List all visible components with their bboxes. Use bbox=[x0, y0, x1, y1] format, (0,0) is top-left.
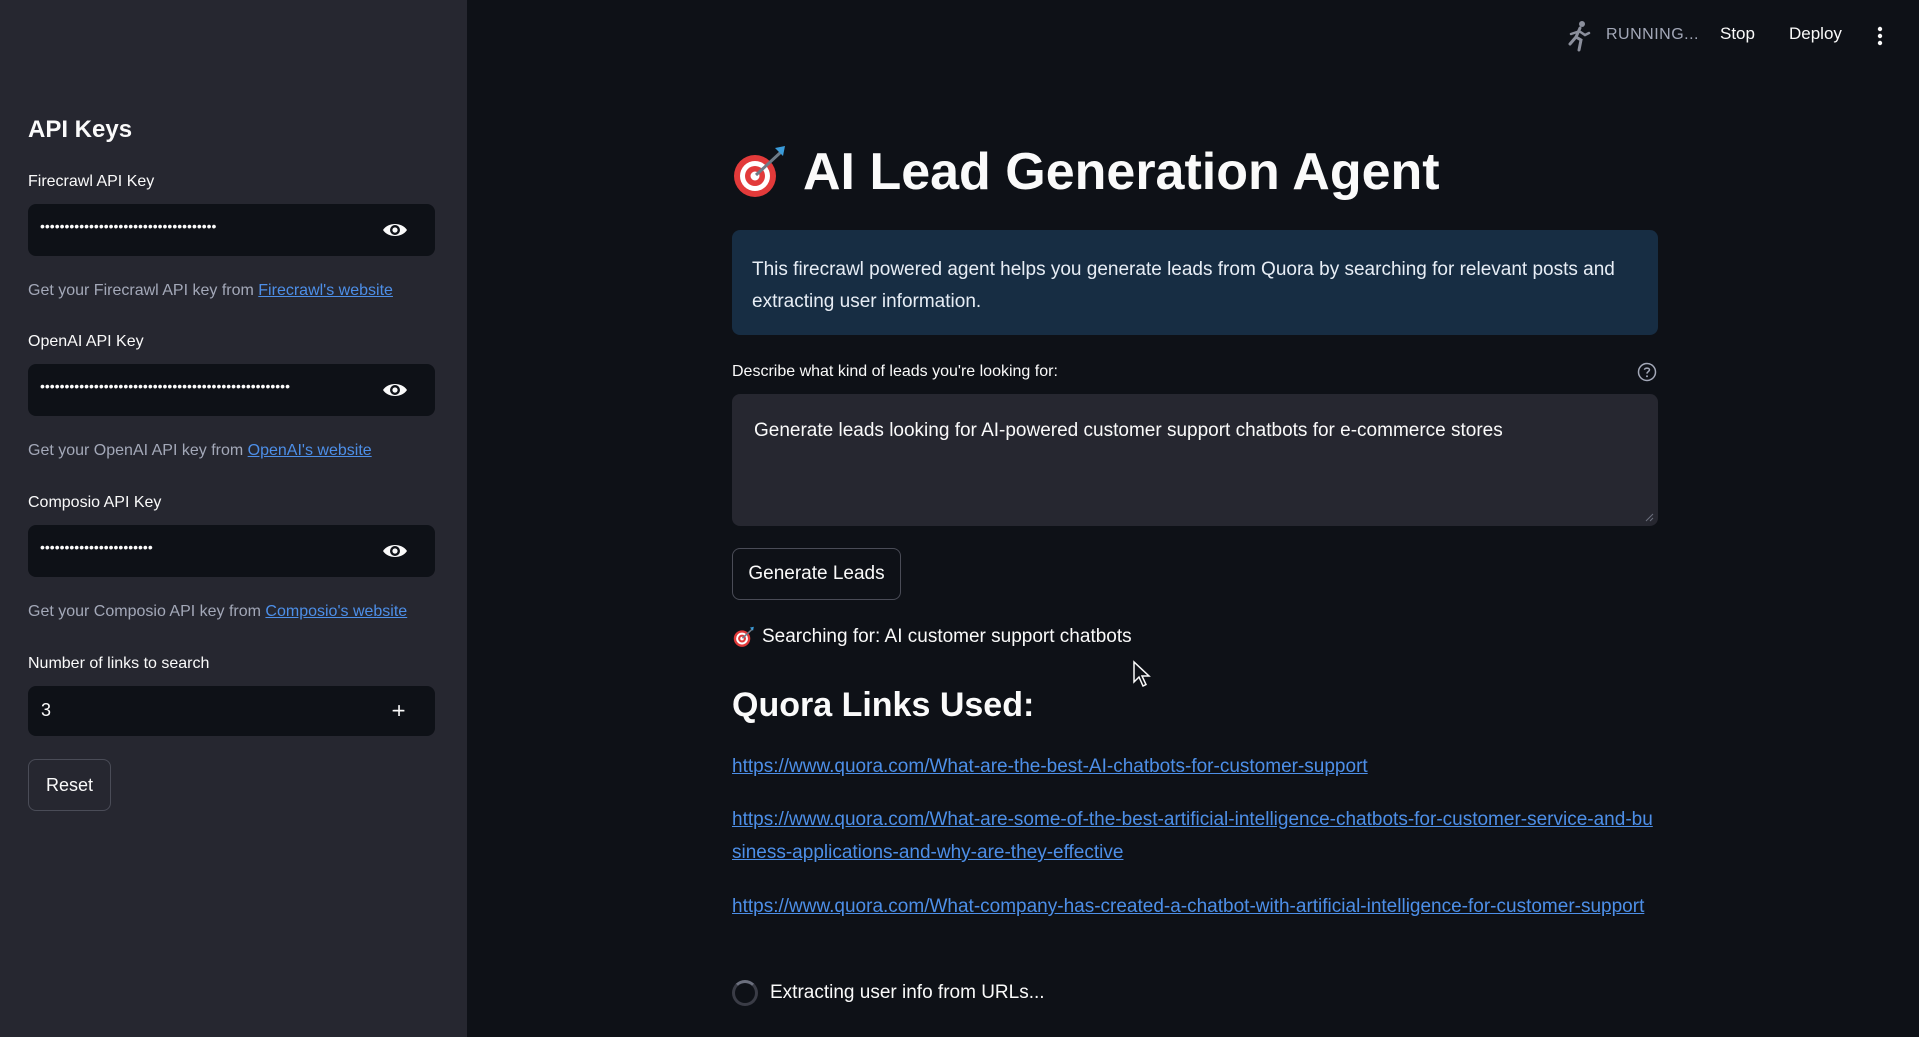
kebab-menu-icon[interactable] bbox=[1872, 22, 1888, 50]
composio-hint-text: Get your Composio API key from bbox=[28, 603, 266, 620]
num-links-label: Number of links to search bbox=[28, 655, 210, 672]
composio-key-hint: Get your Composio API key from Composio'… bbox=[28, 603, 407, 621]
quora-link[interactable]: https://www.quora.com/What-company-has-c… bbox=[732, 890, 1662, 923]
info-banner: This firecrawl powered agent helps you g… bbox=[732, 230, 1658, 335]
generate-leads-button[interactable]: Generate Leads bbox=[732, 548, 901, 600]
sidebar: API Keys Firecrawl API Key •••••••••••••… bbox=[0, 0, 467, 1037]
quora-link[interactable]: https://www.quora.com/What-are-the-best-… bbox=[732, 750, 1662, 783]
spinner-icon bbox=[732, 980, 758, 1006]
sidebar-title: API Keys bbox=[28, 116, 133, 143]
reset-button[interactable]: Reset bbox=[28, 759, 111, 811]
running-man-icon bbox=[1568, 21, 1591, 52]
searching-status: Searching for: AI customer support chatb… bbox=[732, 626, 1132, 648]
openai-key-input[interactable]: ••••••••••••••••••••••••••••••••••••••••… bbox=[28, 364, 435, 416]
page-title: AI Lead Generation Agent bbox=[731, 142, 1440, 202]
firecrawl-key-value: •••••••••••••••••••••••••••••••••••• bbox=[40, 218, 217, 234]
composio-website-link[interactable]: Composio's website bbox=[265, 603, 407, 620]
firecrawl-key-input[interactable]: •••••••••••••••••••••••••••••••••••• bbox=[28, 204, 435, 256]
openai-key-hint: Get your OpenAI API key from OpenAI's we… bbox=[28, 442, 372, 460]
openai-hint-text: Get your OpenAI API key from bbox=[28, 442, 248, 459]
resize-handle-icon[interactable] bbox=[1644, 512, 1654, 522]
num-links-input[interactable]: 3 − + bbox=[28, 686, 435, 736]
leads-query-value: Generate leads looking for AI-powered cu… bbox=[754, 420, 1503, 441]
help-icon[interactable] bbox=[1637, 362, 1657, 382]
openai-website-link[interactable]: OpenAI's website bbox=[248, 442, 372, 459]
composio-key-input[interactable]: ••••••••••••••••••••••• bbox=[28, 525, 435, 577]
eye-icon[interactable] bbox=[381, 538, 409, 564]
searching-text: Searching for: AI customer support chatb… bbox=[762, 626, 1132, 647]
target-emoji-icon bbox=[733, 626, 754, 647]
stop-button[interactable]: Stop bbox=[1720, 24, 1755, 44]
firecrawl-hint-text: Get your Firecrawl API key from bbox=[28, 282, 259, 299]
openai-key-label: OpenAI API Key bbox=[28, 333, 144, 350]
target-emoji-icon bbox=[734, 146, 785, 197]
extract-status: Extracting user info from URLs... bbox=[770, 982, 1045, 1003]
leads-query-textarea[interactable]: Generate leads looking for AI-powered cu… bbox=[732, 394, 1658, 526]
composio-key-value: ••••••••••••••••••••••• bbox=[40, 539, 153, 555]
firecrawl-website-link[interactable]: Firecrawl's website bbox=[258, 282, 393, 299]
firecrawl-key-hint: Get your Firecrawl API key from Firecraw… bbox=[28, 282, 393, 300]
quora-link[interactable]: https://www.quora.com/What-are-some-of-t… bbox=[732, 803, 1662, 869]
mouse-cursor-icon bbox=[1133, 660, 1151, 688]
page-title-text: AI Lead Generation Agent bbox=[803, 143, 1440, 201]
eye-icon[interactable] bbox=[381, 217, 409, 243]
increment-button[interactable]: + bbox=[378, 686, 420, 736]
quora-links-heading: Quora Links Used: bbox=[732, 686, 1035, 724]
firecrawl-key-label: Firecrawl API Key bbox=[28, 173, 155, 190]
num-links-value[interactable]: 3 bbox=[41, 700, 51, 721]
describe-leads-label: Describe what kind of leads you're looki… bbox=[732, 363, 1058, 380]
openai-key-value: ••••••••••••••••••••••••••••••••••••••••… bbox=[40, 378, 290, 394]
running-status: RUNNING... bbox=[1606, 26, 1699, 43]
eye-icon[interactable] bbox=[381, 377, 409, 403]
deploy-button[interactable]: Deploy bbox=[1789, 24, 1842, 44]
composio-key-label: Composio API Key bbox=[28, 494, 162, 511]
